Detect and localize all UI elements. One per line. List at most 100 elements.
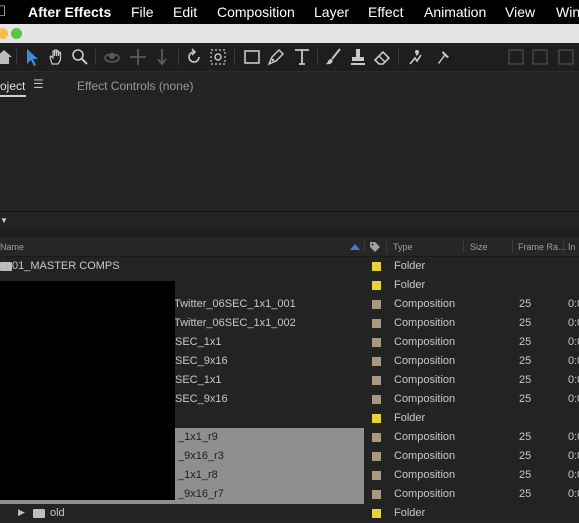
label-color-swatch[interactable] bbox=[372, 319, 381, 328]
orbit-camera-icon[interactable] bbox=[102, 47, 122, 67]
toolbar-separator bbox=[234, 49, 235, 65]
item-type: Composition bbox=[394, 355, 456, 367]
column-in-point[interactable]: In bbox=[568, 242, 576, 252]
expand-arrow-icon[interactable]: ▶ bbox=[18, 507, 25, 518]
panel-divider bbox=[0, 211, 579, 212]
hand-tool-icon[interactable] bbox=[46, 47, 66, 67]
label-color-swatch[interactable] bbox=[372, 452, 381, 461]
label-color-swatch[interactable] bbox=[372, 471, 381, 480]
zoom-tool-icon[interactable] bbox=[70, 47, 90, 67]
label-color-swatch[interactable] bbox=[372, 357, 381, 366]
item-type: Folder bbox=[394, 279, 426, 291]
zoom-button[interactable] bbox=[11, 28, 22, 39]
menu-effect[interactable]: Effect bbox=[368, 4, 404, 20]
column-separator[interactable] bbox=[512, 240, 513, 253]
snapping-icon[interactable] bbox=[506, 47, 526, 67]
label-color-swatch[interactable] bbox=[372, 490, 381, 499]
dolly-camera-icon[interactable] bbox=[152, 47, 172, 67]
home-icon[interactable] bbox=[0, 47, 14, 67]
clone-stamp-tool-icon[interactable] bbox=[348, 47, 368, 67]
roto-brush-tool-icon[interactable] bbox=[406, 47, 426, 67]
label-color-swatch[interactable] bbox=[372, 300, 381, 309]
column-size[interactable]: Size bbox=[470, 242, 488, 252]
label-color-swatch[interactable] bbox=[372, 262, 381, 271]
selection-tool-icon[interactable] bbox=[22, 47, 42, 67]
toolbar-separator bbox=[16, 49, 17, 65]
menu-window[interactable]: Win bbox=[556, 4, 579, 20]
type-tool-icon[interactable] bbox=[292, 47, 312, 67]
toolbar-separator bbox=[178, 49, 179, 65]
label-color-swatch[interactable] bbox=[372, 395, 381, 404]
project-item-row[interactable]: ▶ old Folder bbox=[0, 504, 579, 523]
menu-layer[interactable]: Layer bbox=[314, 4, 349, 20]
label-color-swatch[interactable] bbox=[372, 509, 381, 518]
tools-toolbar bbox=[0, 43, 579, 72]
item-in-point: 0:0 bbox=[568, 450, 579, 462]
label-color-swatch[interactable] bbox=[372, 281, 381, 290]
pan-behind-tool-icon[interactable] bbox=[208, 47, 228, 67]
column-name[interactable]: Name bbox=[0, 242, 24, 252]
label-color-swatch[interactable] bbox=[372, 414, 381, 423]
rectangle-tool-icon[interactable] bbox=[242, 47, 262, 67]
item-type: Folder bbox=[394, 507, 426, 519]
app-menu[interactable]: After Effects bbox=[28, 4, 111, 20]
item-type: Folder bbox=[394, 412, 426, 424]
item-frame-rate: 25 bbox=[519, 317, 532, 329]
apple-icon[interactable]:  bbox=[0, 3, 6, 20]
align-icon[interactable] bbox=[530, 47, 550, 67]
item-type: Composition bbox=[394, 431, 456, 443]
project-item-row[interactable]: 01_MASTER COMPS Folder bbox=[0, 257, 579, 276]
item-name: Twitter_06SEC_1x1_002 bbox=[174, 317, 296, 329]
brush-tool-icon[interactable] bbox=[324, 47, 344, 67]
item-name: _9x16_r7 bbox=[178, 488, 224, 500]
collapse-arrow-icon[interactable]: ▼ bbox=[0, 216, 8, 225]
item-in-point: 0:0 bbox=[568, 431, 579, 443]
menu-composition[interactable]: Composition bbox=[217, 4, 295, 20]
menu-edit[interactable]: Edit bbox=[173, 4, 197, 20]
item-frame-rate: 25 bbox=[519, 336, 532, 348]
menu-view[interactable]: View bbox=[505, 4, 535, 20]
menu-animation[interactable]: Animation bbox=[424, 4, 486, 20]
item-name: Twitter_06SEC_1x1_001 bbox=[174, 298, 296, 310]
label-color-swatch[interactable] bbox=[372, 338, 381, 347]
item-type: Composition bbox=[394, 450, 456, 462]
item-name: SEC_9x16 bbox=[175, 393, 228, 405]
window-title-bar bbox=[0, 24, 579, 43]
tab-project[interactable]: oject bbox=[0, 79, 25, 93]
rotation-tool-icon[interactable] bbox=[184, 47, 204, 67]
column-separator[interactable] bbox=[364, 240, 365, 253]
item-in-point: 0:0 bbox=[568, 393, 579, 405]
panel-tab-bar: oject ☰ Effect Controls (none) bbox=[0, 72, 579, 98]
column-separator[interactable] bbox=[463, 240, 464, 253]
label-color-swatch[interactable] bbox=[372, 433, 381, 442]
label-color-swatch[interactable] bbox=[372, 376, 381, 385]
item-type: Composition bbox=[394, 469, 456, 481]
column-separator[interactable] bbox=[386, 240, 387, 253]
sort-ascending-icon[interactable] bbox=[350, 244, 360, 250]
item-name: old bbox=[50, 507, 65, 519]
panel-menu-icon[interactable]: ☰ bbox=[33, 77, 44, 91]
menu-file[interactable]: File bbox=[131, 4, 154, 20]
item-type: Composition bbox=[394, 393, 456, 405]
label-tag-icon[interactable] bbox=[369, 241, 381, 253]
item-in-point: 0:0 bbox=[568, 374, 579, 386]
item-name: 01_MASTER COMPS bbox=[12, 260, 120, 272]
tab-effect-controls[interactable]: Effect Controls (none) bbox=[77, 79, 194, 93]
column-type[interactable]: Type bbox=[393, 242, 413, 252]
pan-camera-icon[interactable] bbox=[128, 47, 148, 67]
project-preview-area bbox=[0, 98, 579, 211]
item-type: Composition bbox=[394, 317, 456, 329]
item-name: _1x1_r9 bbox=[178, 431, 218, 443]
item-frame-rate: 25 bbox=[519, 374, 532, 386]
item-frame-rate: 25 bbox=[519, 469, 532, 481]
item-type: Composition bbox=[394, 374, 456, 386]
column-frame-rate[interactable]: Frame Ra... bbox=[518, 242, 566, 252]
project-search-bar[interactable] bbox=[0, 229, 579, 237]
workspace-icon[interactable] bbox=[556, 47, 576, 67]
pen-tool-icon[interactable] bbox=[266, 47, 286, 67]
eraser-tool-icon[interactable] bbox=[372, 47, 392, 67]
puppet-pin-tool-icon[interactable] bbox=[434, 47, 454, 67]
column-separator[interactable] bbox=[563, 240, 564, 253]
item-in-point: 0:0 bbox=[568, 317, 579, 329]
item-name: SEC_9x16 bbox=[175, 355, 228, 367]
